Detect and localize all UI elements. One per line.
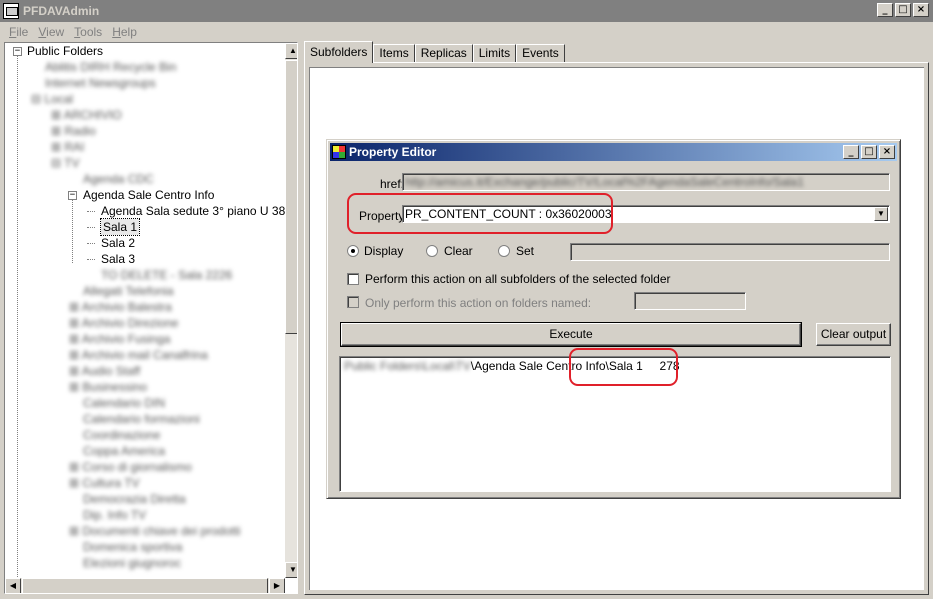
tree-item-blurred[interactable]: ⊞ Archivio Direzione: [69, 315, 178, 331]
menu-bar: File View Tools Help: [0, 22, 933, 41]
tree-item-blurred[interactable]: Internet Newsgroups: [45, 75, 156, 91]
tree-item-blurred[interactable]: Allegati Telefonia: [83, 283, 174, 299]
property-editor-icon: [332, 145, 346, 159]
all-subfolders-checkbox[interactable]: [347, 273, 359, 285]
tree-horizontal-scrollbar[interactable]: ◀ ▶: [5, 578, 285, 593]
tree-item-blurred[interactable]: ⊞ Businessino: [69, 379, 147, 395]
named-only-label: Only perform this action on folders name…: [365, 296, 592, 310]
menu-tools[interactable]: Tools: [69, 25, 107, 39]
radio-display-label[interactable]: Display: [364, 244, 403, 258]
tab-items[interactable]: Items: [373, 44, 415, 63]
tab-limits[interactable]: Limits: [472, 44, 517, 63]
tree-item-blurred[interactable]: Calendario formazioni: [83, 411, 200, 427]
clear-output-button[interactable]: Clear output: [816, 323, 891, 346]
tree-item-blurred[interactable]: Democrazia Diretta: [83, 491, 186, 507]
tree-item-blurred[interactable]: Domenica sportiva: [83, 539, 182, 555]
tree-item-blurred[interactable]: ⊞ Cultura TV: [69, 475, 140, 491]
dialog-title: Property Editor: [349, 145, 437, 159]
main-window: PFDAVAdmin _ □ × File View Tools Help − …: [0, 0, 933, 599]
property-label: Property:: [359, 209, 408, 223]
tree-item-blurred[interactable]: ⊞ Radio: [51, 123, 96, 139]
tree-item-blurred[interactable]: ⊞ ARCHIVIO: [51, 107, 122, 123]
title-bar[interactable]: PFDAVAdmin _ □ ×: [0, 0, 933, 22]
property-value: PR_CONTENT_COUNT : 0x36020003: [405, 207, 612, 221]
minimize-button[interactable]: _: [877, 3, 893, 17]
tree-item-blurred[interactable]: ⊞ RAI: [51, 139, 84, 155]
dialog-title-bar[interactable]: Property Editor _ □ ×: [330, 143, 897, 161]
tree-item-blurred[interactable]: ⊞ Corso di giornalismo: [69, 459, 192, 475]
tree-item-blurred[interactable]: Calendario DIN: [83, 395, 165, 411]
app-icon: [3, 3, 19, 19]
tree-item-blurred[interactable]: Coppa America: [83, 443, 165, 459]
tree-item-blurred[interactable]: Dip. Info TV: [83, 507, 146, 523]
maximize-button[interactable]: □: [895, 3, 911, 17]
collapse-icon[interactable]: −: [13, 47, 22, 56]
radio-clear[interactable]: [426, 245, 438, 257]
scroll-thumb[interactable]: [285, 60, 297, 334]
tree-item-sala-2[interactable]: Sala 2: [101, 235, 135, 251]
radio-set-label[interactable]: Set: [516, 244, 534, 258]
tree-item-blurred[interactable]: ⊟ Local: [31, 91, 73, 107]
tree-item-sala-1[interactable]: Sala 1: [99, 218, 141, 236]
property-combobox[interactable]: PR_CONTENT_COUNT : 0x36020003 ▼: [402, 205, 890, 223]
tree-item-blurred[interactable]: ⊟ TV: [51, 155, 80, 171]
tree-item-blurred[interactable]: ⊞ Audio Staff: [69, 363, 140, 379]
tree-item-blurred[interactable]: ⊞ Archivio mail Canalfrina: [69, 347, 208, 363]
scroll-right-arrow-icon[interactable]: ▶: [269, 578, 285, 593]
tab-replicas[interactable]: Replicas: [414, 44, 473, 63]
tree-item-blurred[interactable]: Elezioni giugnoroc: [83, 555, 181, 571]
tab-strip: Subfolders Items Replicas Limits Events: [304, 41, 565, 63]
href-label: href:: [380, 177, 405, 191]
tree-item-blurred[interactable]: Coordinazione: [83, 427, 160, 443]
tree-item-blurred[interactable]: ⊞ Archivio Balestra: [69, 299, 172, 315]
tree-root-public-folders[interactable]: Public Folders: [27, 43, 103, 59]
tab-subfolders[interactable]: Subfolders: [304, 41, 374, 63]
scroll-thumb[interactable]: [22, 578, 268, 593]
tree-vertical-scrollbar[interactable]: ▲ ▼: [285, 43, 297, 578]
menu-file[interactable]: File: [4, 25, 33, 39]
tree-item-agenda-sala-sedute[interactable]: Agenda Sala sedute 3° piano U 381 A: [101, 203, 297, 219]
dialog-maximize-button[interactable]: □: [861, 145, 877, 159]
set-value-field[interactable]: [570, 243, 890, 261]
tree-item-blurred[interactable]: Ablitis DIRH Recycle Bin: [45, 59, 176, 75]
named-only-checkbox[interactable]: [347, 296, 359, 308]
radio-display[interactable]: [347, 245, 359, 257]
folder-tree[interactable]: − Public Folders Ablitis DIRH Recycle Bi…: [4, 42, 298, 594]
folder-name-field[interactable]: [634, 292, 746, 310]
chevron-down-icon[interactable]: ▼: [874, 207, 888, 221]
dialog-minimize-button[interactable]: _: [843, 145, 859, 159]
close-button[interactable]: ×: [913, 3, 929, 17]
property-editor-dialog: Property Editor _ □ × href: http://amicu…: [326, 139, 901, 499]
window-title: PFDAVAdmin: [23, 4, 100, 18]
tree-item-agenda-sale[interactable]: Agenda Sale Centro Info: [83, 187, 214, 203]
tree-item-blurred[interactable]: ⊞ Archivio Fusinga: [69, 331, 170, 347]
menu-view[interactable]: View: [33, 25, 69, 39]
output-path: \Agenda Sale Centro Info\Sala 1: [470, 359, 643, 373]
output-pane[interactable]: Public Folders\Local\TV\Agenda Sale Cent…: [339, 356, 891, 492]
tree-item-blurred[interactable]: ⊞ Documenti chiave dei prodotti: [69, 523, 240, 539]
dialog-close-button[interactable]: ×: [879, 145, 895, 159]
menu-help[interactable]: Help: [107, 25, 142, 39]
scroll-down-arrow-icon[interactable]: ▼: [285, 562, 297, 578]
all-subfolders-label[interactable]: Perform this action on all subfolders of…: [365, 272, 671, 286]
radio-set[interactable]: [498, 245, 510, 257]
collapse-icon[interactable]: −: [68, 191, 77, 200]
tree-item-sala-3[interactable]: Sala 3: [101, 251, 135, 267]
output-value: 278: [659, 359, 680, 373]
scroll-up-arrow-icon[interactable]: ▲: [285, 43, 297, 59]
tree-item-blurred[interactable]: TO DELETE - Sala 2226: [101, 267, 232, 283]
tree-item-blurred[interactable]: Agenda CDC: [83, 171, 154, 187]
href-field[interactable]: http://amicus.it/Exchange/public/TV/Loca…: [402, 173, 890, 191]
scroll-left-arrow-icon[interactable]: ◀: [5, 578, 21, 593]
tab-events[interactable]: Events: [516, 44, 565, 63]
execute-button[interactable]: Execute: [340, 322, 802, 347]
radio-clear-label[interactable]: Clear: [444, 244, 473, 258]
